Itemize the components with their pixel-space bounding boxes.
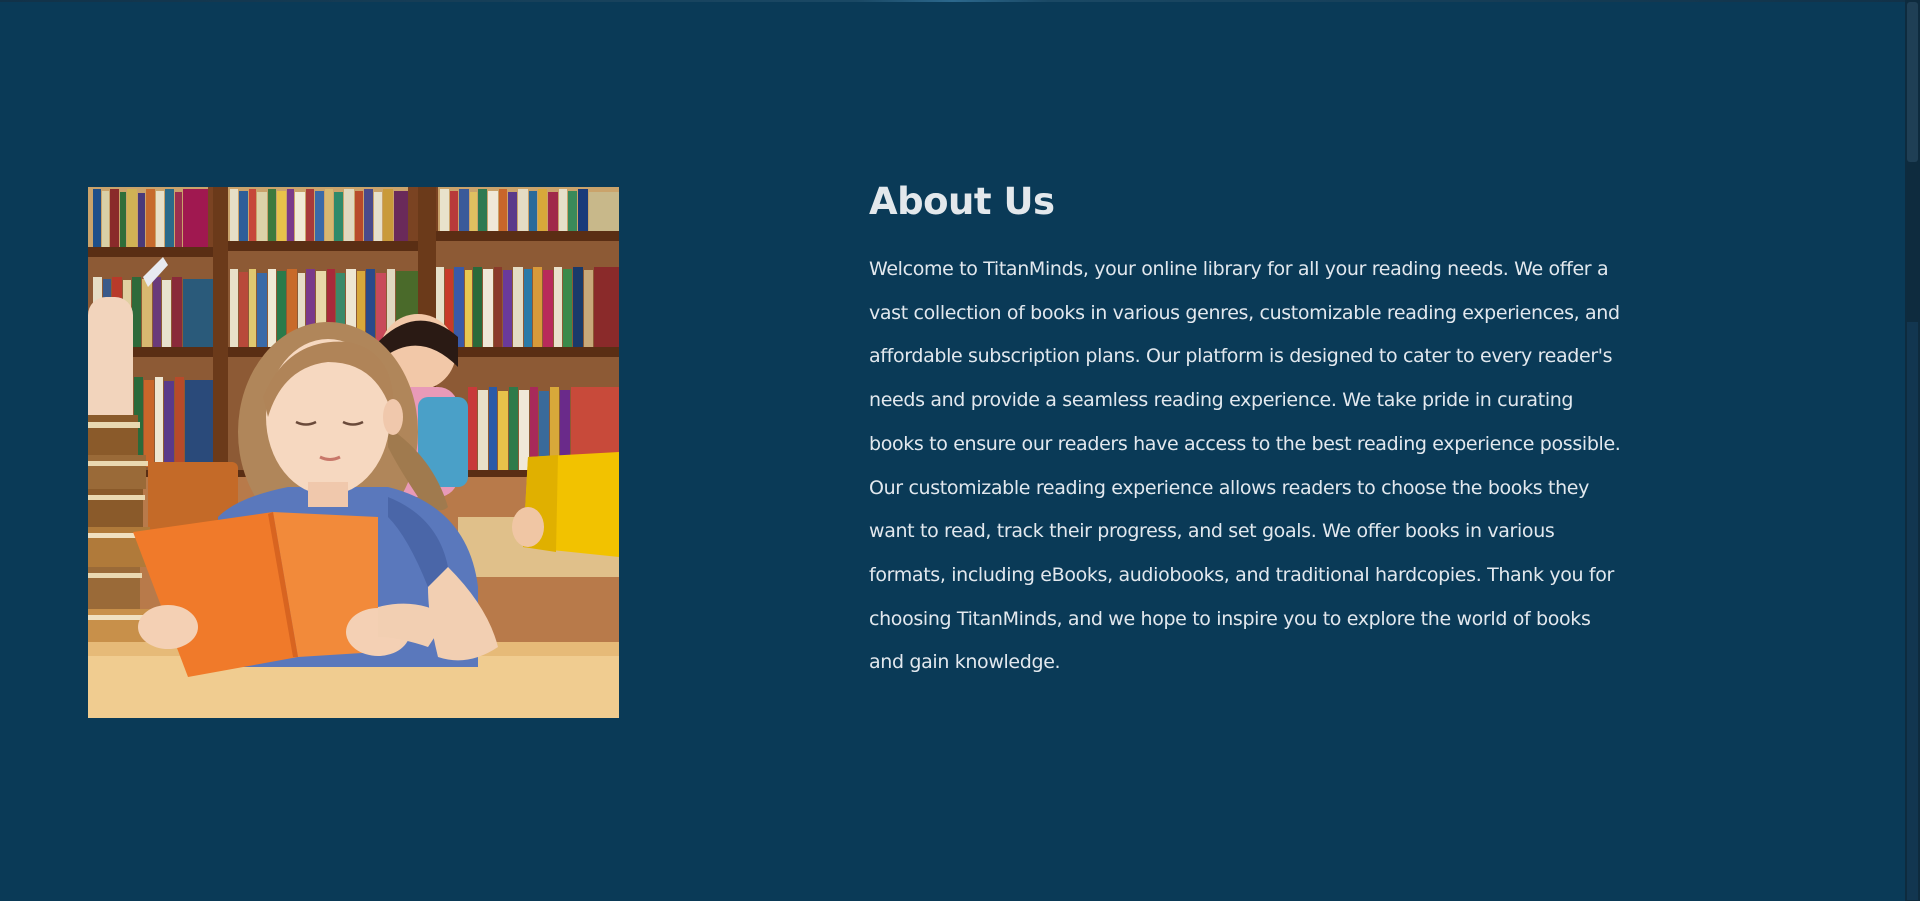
- vertical-scrollbar[interactable]: [1905, 0, 1920, 901]
- about-page: About Us Welcome to TitanMinds, your onl…: [0, 0, 1920, 901]
- scrollbar-track-lower[interactable]: [1907, 322, 1918, 900]
- about-title: About Us: [869, 180, 1055, 223]
- scrollbar-thumb[interactable]: [1907, 2, 1918, 162]
- about-description: Welcome to TitanMinds, your online libra…: [869, 258, 1621, 674]
- top-border: [0, 0, 1905, 2]
- about-image: [88, 187, 619, 718]
- about-section: About Us Welcome to TitanMinds, your onl…: [869, 180, 1629, 685]
